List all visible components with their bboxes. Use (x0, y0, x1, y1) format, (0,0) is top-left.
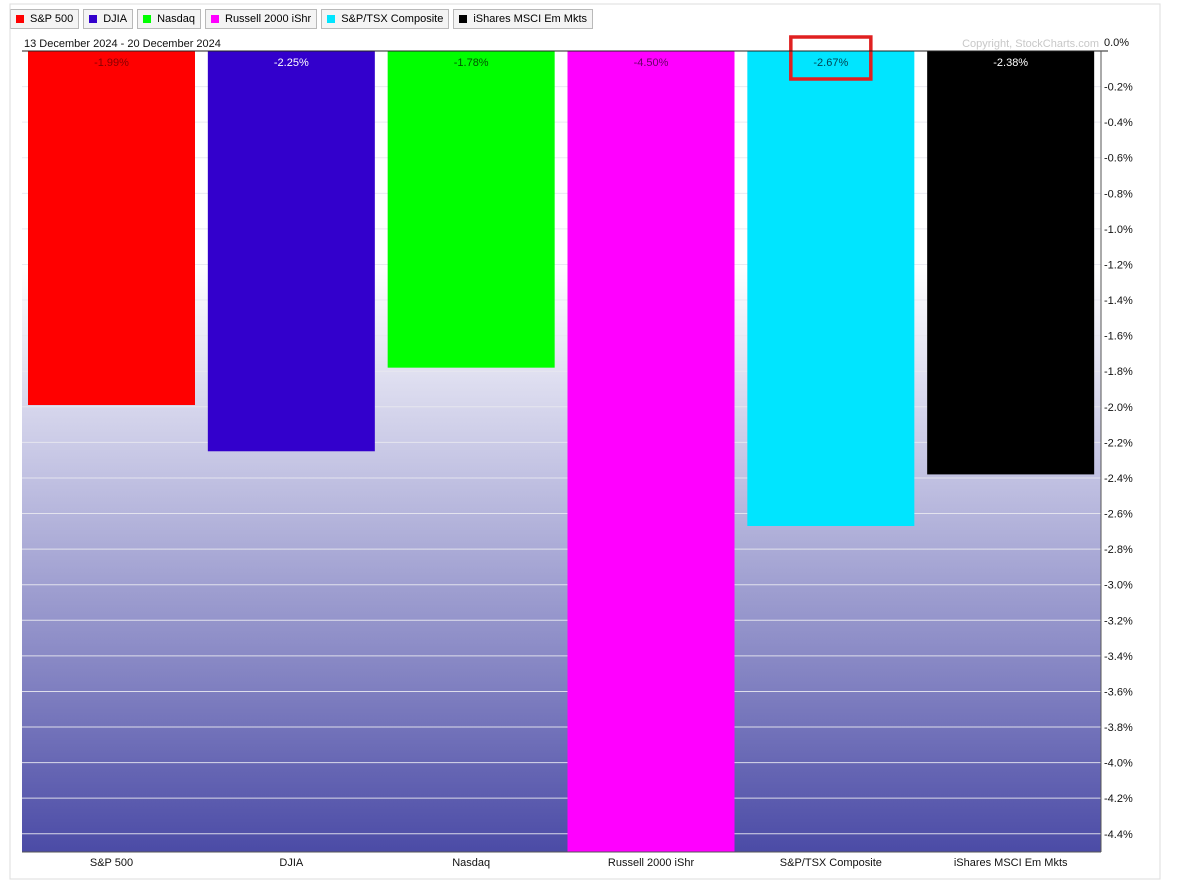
y-tick-label: -2.0% (1104, 402, 1133, 414)
y-tick-label: -1.6% (1104, 331, 1133, 343)
bar-value-label: -2.67% (813, 57, 848, 69)
y-tick-label: -1.0% (1104, 224, 1133, 236)
bar-value-label: -1.99% (94, 57, 129, 69)
y-tick-label: -3.6% (1104, 686, 1133, 698)
category-label: Nasdaq (452, 857, 490, 869)
y-tick-label: -0.4% (1104, 117, 1133, 129)
bar (567, 51, 735, 852)
category-label: S&P 500 (90, 857, 133, 869)
bar (28, 51, 195, 406)
y-tick-label: -3.2% (1104, 615, 1133, 627)
bar-value-label: -1.78% (454, 57, 489, 69)
bar-value-label: -4.50% (634, 57, 669, 69)
y-tick-label: -0.2% (1104, 82, 1133, 94)
category-label: Russell 2000 iShr (608, 857, 695, 869)
category-label: S&P/TSX Composite (780, 857, 882, 869)
y-tick-label: -4.2% (1104, 793, 1133, 805)
y-tick-label: -3.8% (1104, 722, 1133, 734)
copyright-text: Copyright, StockCharts.com (962, 38, 1099, 50)
y-tick-label: -2.6% (1104, 509, 1133, 521)
category-label: iShares MSCI Em Mkts (954, 857, 1068, 869)
bar (207, 51, 375, 452)
bar-value-label: -2.38% (993, 57, 1028, 69)
y-tick-label: -0.8% (1104, 188, 1133, 200)
bar (927, 51, 1095, 475)
y-tick-label: -3.0% (1104, 580, 1133, 592)
y-tick-label: -1.2% (1104, 259, 1133, 271)
bar (747, 51, 915, 526)
bar-chart: -1.99% S&P 500 -2.25% DJIA -1.78% Nasdaq -4.50… (9, 3, 1161, 880)
bar (387, 51, 555, 368)
y-tick-label: -0.6% (1104, 153, 1133, 165)
y-tick-label: -1.8% (1104, 366, 1133, 378)
bar-value-label: -2.25% (274, 57, 309, 69)
y-tick-label: -1.4% (1104, 295, 1133, 307)
y-tick-label: -3.4% (1104, 651, 1133, 663)
y-tick-label: -4.4% (1104, 829, 1133, 841)
y-tick-label: -4.0% (1104, 758, 1133, 770)
y-tick-label: -2.4% (1104, 473, 1133, 485)
y-tick-label: 0.0% (1104, 37, 1129, 49)
category-label: DJIA (279, 857, 304, 869)
date-range: 13 December 2024 - 20 December 2024 (24, 38, 221, 50)
y-tick-label: -2.2% (1104, 437, 1133, 449)
y-tick-label: -2.8% (1104, 544, 1133, 556)
